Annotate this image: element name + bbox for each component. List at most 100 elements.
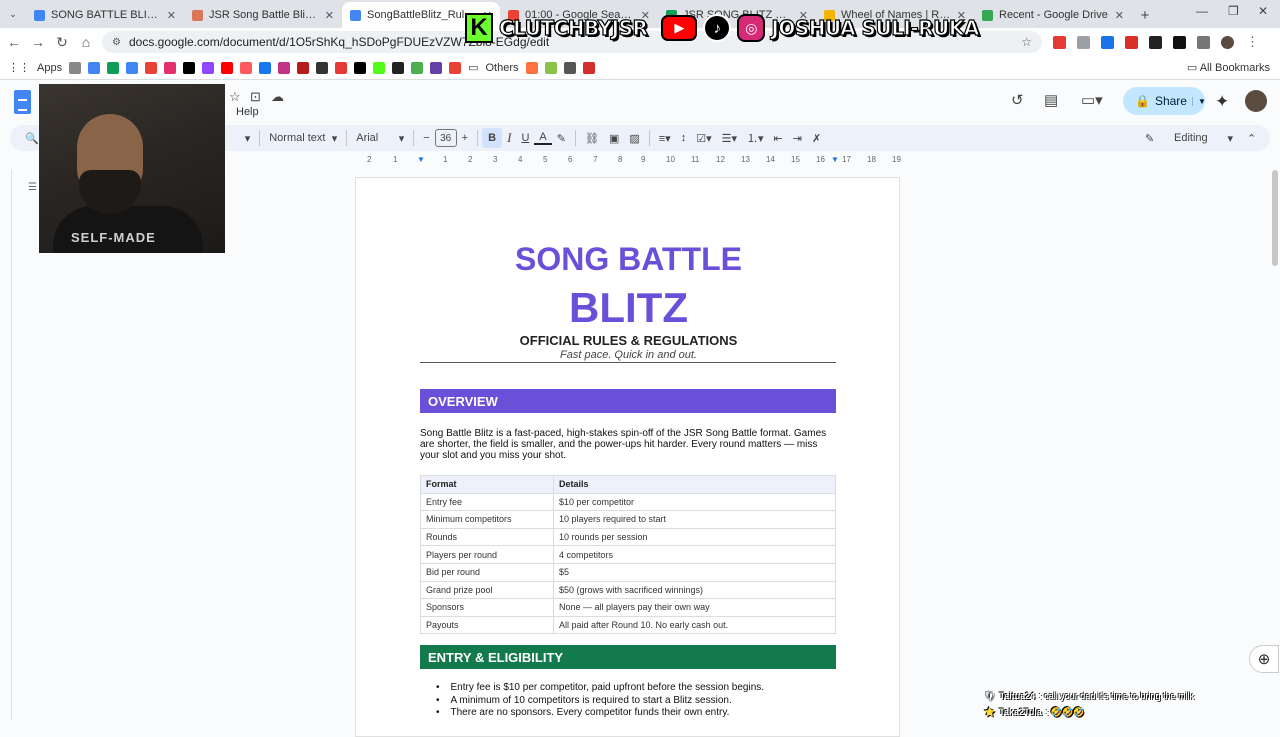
collapse-toolbar-icon[interactable]: ⌃	[1242, 132, 1261, 145]
decrease-font-icon[interactable]: −	[418, 132, 434, 144]
version-history-icon[interactable]: ↺	[1011, 91, 1024, 109]
style-dropdown[interactable]: Normal text ▾	[264, 132, 342, 145]
tiktok-bookmark-icon[interactable]	[183, 61, 196, 74]
increase-indent-icon[interactable]: ⇥	[788, 132, 807, 145]
horizontal-ruler[interactable]: 2 1 ▼ 1 2 3 4 5 6 7 8 9 10 11 12 13 14 1…	[355, 155, 901, 167]
hq-bookmark-icon[interactable]	[316, 61, 329, 74]
scrollbar-thumb[interactable]	[1272, 170, 1278, 266]
gemini-icon[interactable]: ✦	[1215, 92, 1229, 112]
share-button[interactable]: 🔒 Share ▼	[1123, 87, 1206, 115]
diamond-extension-icon[interactable]	[1149, 35, 1162, 49]
meet-icon[interactable]: ▭▾	[1081, 91, 1103, 109]
increase-font-icon[interactable]: +	[457, 132, 473, 144]
screenshot-extension-icon[interactable]	[1101, 35, 1114, 49]
comments-icon[interactable]: ▤	[1044, 91, 1058, 109]
document-page[interactable]: SONG BATTLE BLITZ OFFICIAL RULES & REGUL…	[355, 177, 900, 737]
twitch-bookmark-icon[interactable]	[202, 61, 215, 74]
right-indent-marker-icon[interactable]: ▼	[831, 155, 839, 164]
orange-bookmark-icon[interactable]	[525, 61, 538, 74]
bullet-list-icon[interactable]: ☰▾	[717, 132, 742, 145]
apps-bookmark[interactable]: Apps	[37, 62, 62, 74]
extensions-puzzle-icon[interactable]	[1197, 35, 1210, 49]
bookmark-star-icon[interactable]: ☆	[1021, 35, 1032, 49]
link-icon[interactable]: ⛓	[580, 132, 604, 145]
red-bookmark-icon[interactable]	[297, 61, 310, 74]
browser-tab[interactable]: Recent - Google Drive ✕	[974, 2, 1132, 28]
pdf-extension-icon[interactable]	[1125, 35, 1138, 49]
all-bookmarks[interactable]: ▭ All Bookmarks	[1187, 61, 1270, 74]
zoom-dropdown-icon[interactable]: ▾	[240, 132, 256, 145]
decrease-indent-icon[interactable]: ⇤	[769, 132, 788, 145]
gmail-bookmark-icon[interactable]	[449, 61, 462, 74]
bold-icon[interactable]: B	[482, 128, 503, 148]
close-tab-icon[interactable]: ✕	[325, 9, 334, 22]
docs-bookmark-icon[interactable]	[126, 61, 139, 74]
adblock-extension-icon[interactable]	[1053, 35, 1066, 49]
numbered-list-icon[interactable]: ⒈▾	[742, 130, 769, 146]
italic-icon[interactable]: I	[502, 130, 516, 146]
browser-tab[interactable]: JSR Song Battle Blitz rules - Cla ✕	[184, 2, 342, 28]
d-extension-icon[interactable]	[1173, 35, 1186, 49]
cloud-saved-icon[interactable]: ☁	[271, 89, 284, 105]
vertical-ruler[interactable]	[0, 170, 12, 720]
move-folder-icon[interactable]: ⊡	[250, 89, 261, 105]
scrollbar[interactable]	[1270, 170, 1280, 270]
home-icon[interactable]: ⌂	[74, 34, 98, 50]
account-avatar[interactable]	[1245, 90, 1267, 112]
editing-mode-dropdown[interactable]: ✎ Editing ▾	[1140, 132, 1238, 145]
align-icon[interactable]: ≡▾	[654, 132, 676, 145]
profile-avatar[interactable]	[1221, 35, 1234, 49]
drive-bookmark-icon[interactable]	[88, 61, 101, 74]
line-spacing-icon[interactable]: ↕	[676, 132, 692, 144]
indent-marker-icon[interactable]: ▼	[417, 155, 425, 164]
document-outline-icon[interactable]: ☰	[28, 182, 37, 193]
close-tab-icon[interactable]: ✕	[1115, 9, 1124, 22]
apps-grid-icon[interactable]: ⋮⋮	[8, 61, 30, 74]
forward-icon[interactable]: →	[26, 34, 50, 50]
others-folder-icon[interactable]: ▭	[468, 61, 478, 74]
minimize-icon[interactable]: —	[1196, 4, 1208, 18]
youtube-bookmark-icon[interactable]	[221, 61, 234, 74]
browser-menu-icon[interactable]: ⋮	[1246, 34, 1259, 50]
others-folder[interactable]: Others	[485, 62, 518, 74]
explore-icon[interactable]: ⊕	[1249, 645, 1279, 673]
colorful-bookmark-icon[interactable]	[411, 61, 424, 74]
new-tab-icon[interactable]: +	[1132, 2, 1158, 28]
docs-logo-icon[interactable]	[14, 90, 31, 114]
browser-tab[interactable]: SONG BATTLE BLITZ COMP PILO ✕	[26, 2, 184, 28]
site-info-icon[interactable]: ⚙	[112, 37, 121, 48]
tab-search-icon[interactable]: ⌄	[0, 0, 26, 28]
underline-icon[interactable]: U	[516, 132, 534, 144]
x-bookmark-icon[interactable]	[354, 61, 367, 74]
arrow-bookmark-icon[interactable]	[335, 61, 348, 74]
grid-bookmark-icon[interactable]	[69, 61, 82, 74]
star-icon[interactable]: ☆	[229, 89, 241, 105]
menu-help[interactable]: Help	[236, 106, 259, 118]
text-color-icon[interactable]: A	[534, 131, 552, 145]
maximize-icon[interactable]: ❐	[1228, 4, 1239, 18]
checklist-icon[interactable]: ☑▾	[691, 132, 716, 145]
v-bookmark-icon[interactable]	[430, 61, 443, 74]
close-tab-icon[interactable]: ✕	[167, 9, 176, 22]
comment-icon[interactable]: ▣	[604, 132, 624, 145]
sheets-bookmark-icon[interactable]	[107, 61, 120, 74]
gear-bookmark-icon[interactable]	[582, 61, 595, 74]
instagram2-bookmark-icon[interactable]	[278, 61, 291, 74]
image-icon[interactable]: ▨	[624, 132, 644, 145]
green-bookmark-icon[interactable]	[544, 61, 557, 74]
camera-bookmark-icon[interactable]	[563, 61, 576, 74]
chrome-bookmark-icon[interactable]	[145, 61, 158, 74]
z-bookmark-icon[interactable]	[240, 61, 253, 74]
reload-icon[interactable]: ↻	[50, 34, 74, 51]
clear-formatting-icon[interactable]: ✗	[807, 132, 826, 145]
highlight-icon[interactable]: ✎	[552, 132, 571, 145]
facebook-bookmark-icon[interactable]	[259, 61, 272, 74]
kick-bookmark-icon[interactable]	[373, 61, 386, 74]
gem-bookmark-icon[interactable]	[392, 61, 405, 74]
font-size-input[interactable]: 36	[434, 129, 457, 147]
instagram-bookmark-icon[interactable]	[164, 61, 177, 74]
page-extension-icon[interactable]	[1077, 35, 1090, 49]
font-dropdown[interactable]: Arial ▾	[351, 132, 409, 145]
share-dropdown-icon[interactable]: ▼	[1191, 96, 1206, 106]
close-window-icon[interactable]: ✕	[1258, 4, 1268, 18]
